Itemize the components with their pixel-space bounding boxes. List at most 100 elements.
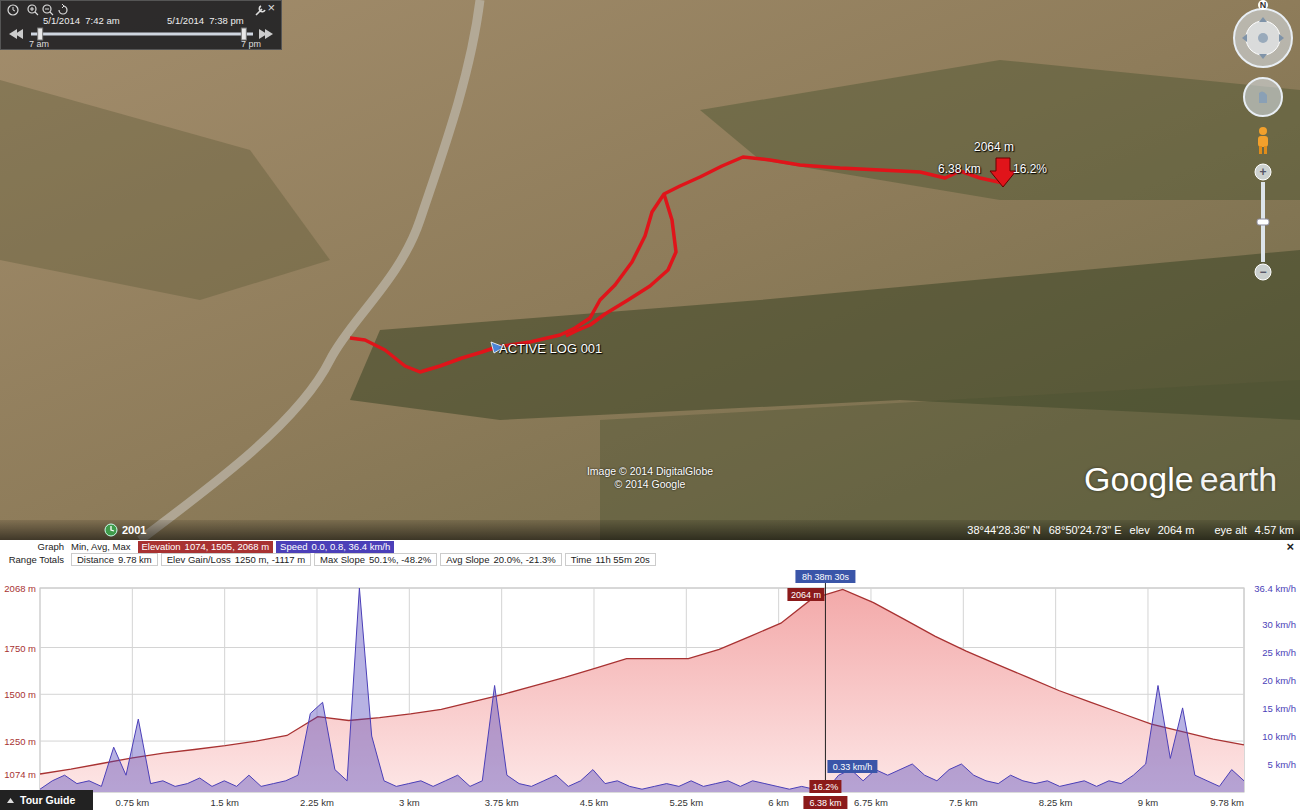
- speed-tick: 10 km/h: [1262, 731, 1296, 742]
- attribution-line: Image © 2014 DigitalGlobe: [587, 465, 713, 478]
- total-label: Elev Gain/Loss: [167, 554, 231, 565]
- latitude: 38°44'28.36" N: [967, 524, 1040, 536]
- elevation-tick: 2068 m: [4, 583, 36, 594]
- series-legend[interactable]: Elevation 1074, 1505, 2068 m: [138, 541, 274, 553]
- distance-tick: 7.5 km: [949, 797, 978, 808]
- eye-alt-label: eye alt: [1214, 524, 1246, 536]
- elevation-profile-panel: Graph Min, Avg, Max Elevation 1074, 1505…: [0, 540, 1300, 810]
- google-earth-logo: Google earth: [1084, 460, 1277, 499]
- elevation-tick: 1750 m: [4, 643, 36, 654]
- series-name: Speed: [280, 541, 307, 553]
- elevation-tick: 1250 m: [4, 736, 36, 747]
- start-tick: 7 am: [29, 39, 49, 49]
- speed-tick: 5 km/h: [1267, 759, 1296, 770]
- speed-line: [40, 588, 1244, 790]
- total-item: Elev Gain/Loss 1250 m, -1117 m: [161, 553, 311, 566]
- cursor-slope: 16.2%: [1013, 162, 1047, 176]
- plot-area: [40, 588, 1244, 792]
- zoom-in-button[interactable]: [1255, 164, 1271, 180]
- distance-tick: 0.75 km: [115, 797, 149, 808]
- cursor-time: 8h 38m 30s: [802, 572, 850, 582]
- elevation-value: 2064 m: [1158, 524, 1195, 536]
- cursor-line[interactable]: [825, 570, 826, 792]
- total-value: 50.1%, -48.2%: [369, 554, 431, 565]
- stats-row: Graph Min, Avg, Max Elevation 1074, 1505…: [0, 540, 1300, 553]
- attribution-line: © 2014 Google: [615, 478, 686, 491]
- cursor-speed-box: [827, 760, 877, 773]
- zoom-out-button[interactable]: [1255, 264, 1271, 280]
- start-time: 5/1/2014 7:42 am: [43, 15, 120, 26]
- google-earth-window: × 5/1/2014 7:42 am 5/1/2014 7:38 pm 7 am…: [0, 0, 1300, 810]
- series-name: Elevation: [142, 541, 181, 553]
- y-gridline: [40, 647, 1244, 648]
- elevation-label: elev: [1130, 524, 1150, 536]
- reset-icon[interactable]: [59, 4, 67, 14]
- time-slider[interactable]: × 5/1/2014 7:42 am 5/1/2014 7:38 pm 7 am…: [0, 0, 282, 50]
- total-value: 9.78 km: [118, 554, 152, 565]
- end-handle[interactable]: [241, 28, 246, 40]
- distance-tick: 6 km: [768, 797, 789, 808]
- speed-area: [40, 588, 1244, 792]
- elevation-tick: 1500 m: [4, 689, 36, 700]
- start-handle[interactable]: [38, 28, 43, 40]
- cursor-elevation-box: [787, 588, 824, 601]
- totals-row: Range Totals Distance 9.78 km Elev Gain/L…: [0, 553, 1300, 566]
- wrench-icon[interactable]: [256, 6, 265, 15]
- total-item: Max Slope 50.1%, -48.2%: [314, 553, 437, 566]
- historical-clock-icon[interactable]: [104, 523, 118, 537]
- distance-tick: 9.78 km: [1210, 797, 1244, 808]
- total-label: Time: [571, 554, 592, 565]
- logo-product: earth: [1200, 460, 1278, 499]
- map-view[interactable]: × 5/1/2014 7:42 am 5/1/2014 7:38 pm 7 am…: [0, 0, 1300, 540]
- total-label: Avg Slope: [446, 554, 489, 565]
- close-graph-button[interactable]: ×: [1286, 541, 1294, 553]
- distance-tick: 5.25 km: [669, 797, 703, 808]
- speed-tick: 25 km/h: [1262, 647, 1296, 658]
- zoom-in-label: +: [1257, 166, 1269, 178]
- total-label: Max Slope: [320, 554, 365, 565]
- elevation-area: [40, 590, 1244, 793]
- tour-guide-button[interactable]: Tour Guide: [0, 790, 93, 810]
- elevation-tick: 1074 m: [4, 769, 36, 780]
- cursor-arrow-icon: [990, 158, 1016, 187]
- y-gridline: [40, 588, 1244, 589]
- clock-icon[interactable]: [8, 5, 18, 15]
- totals-label: Range Totals: [0, 554, 68, 565]
- track-label[interactable]: ACTIVE LOG 001: [499, 341, 602, 356]
- distance-tick: 8.25 km: [1039, 797, 1073, 808]
- profile-chart[interactable]: 2068 m 1750 m 1500 m 1250 m 1074 m 36.4 km/h 3…: [0, 566, 1300, 810]
- historical-imagery[interactable]: 2001: [104, 523, 146, 537]
- close-button[interactable]: ×: [267, 1, 275, 15]
- logo-brand: Google: [1084, 460, 1194, 499]
- track-loop[interactable]: [566, 194, 676, 336]
- chart-svg: 2068 m 1750 m 1500 m 1250 m 1074 m 36.4 km/h 3…: [0, 566, 1300, 810]
- compass-icon[interactable]: [1234, 9, 1292, 67]
- total-label: Distance: [77, 554, 114, 565]
- total-item: Time 11h 55m 20s: [565, 553, 656, 566]
- cursor-elevation: 2064 m: [974, 140, 1014, 154]
- distance-tick: 1.5 km: [210, 797, 239, 808]
- coordinates: 38°44'28.36" N 68°50'24.73" E elev 2064 …: [967, 524, 1294, 536]
- speed-tick: 36.4 km/h: [1254, 583, 1296, 594]
- navigation-controls: N + −: [1228, 0, 1298, 290]
- zoom-out-icon[interactable]: [43, 5, 53, 15]
- imagery-date: 2001: [122, 524, 146, 536]
- graph-title: Graph: [0, 541, 68, 552]
- total-value: 20.0%, -21.3%: [493, 554, 555, 565]
- expand-icon: [6, 796, 15, 805]
- step-back-icon[interactable]: [9, 29, 23, 39]
- end-tick: 7 pm: [241, 39, 261, 49]
- time-track[interactable]: [31, 33, 253, 36]
- zoom-out-label: −: [1257, 266, 1269, 278]
- speed-tick: 30 km/h: [1262, 619, 1296, 630]
- pegman-icon[interactable]: [1258, 127, 1268, 154]
- zoom-handle[interactable]: [1257, 219, 1269, 225]
- cursor-speed: 0.33 km/h: [833, 762, 873, 772]
- series-legend[interactable]: Speed 0.0, 0.8, 36.4 km/h: [276, 541, 394, 553]
- total-value: 1250 m, -1117 m: [235, 554, 305, 565]
- step-forward-icon[interactable]: [259, 29, 273, 39]
- look-joystick-icon[interactable]: [1244, 78, 1282, 116]
- zoom-in-icon[interactable]: [28, 5, 38, 15]
- gps-track[interactable]: [350, 157, 1003, 372]
- end-time: 5/1/2014 7:38 pm: [167, 15, 244, 26]
